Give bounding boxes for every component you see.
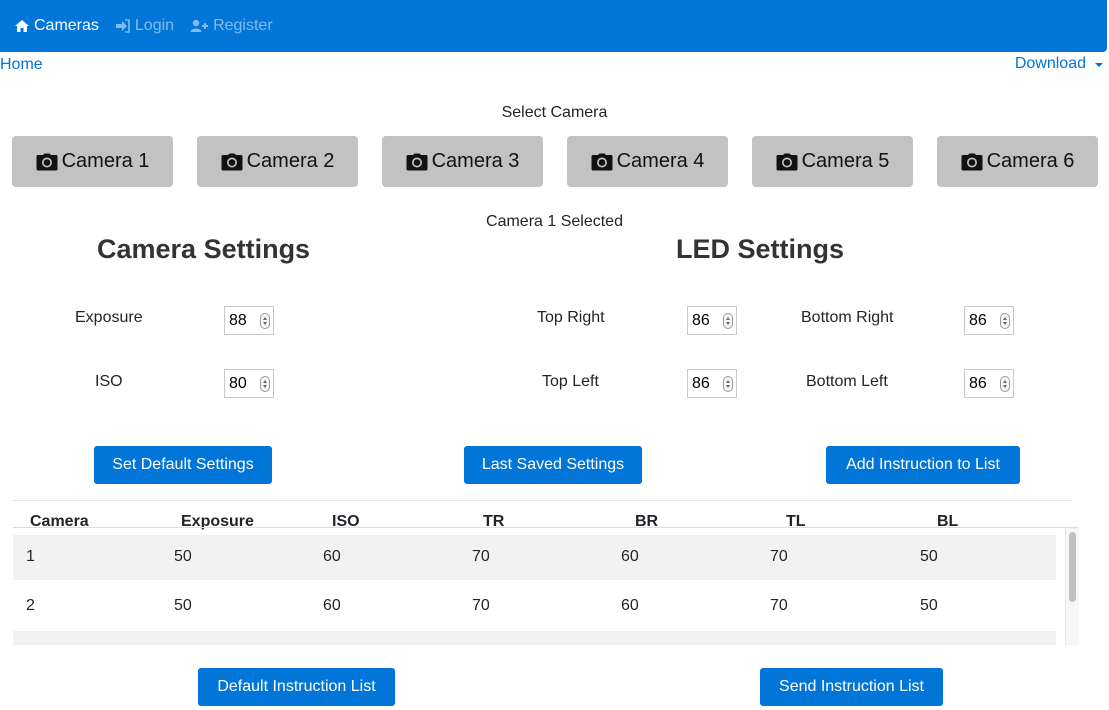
table-cell: 2 bbox=[26, 597, 35, 614]
camera-2-button[interactable]: Camera 2 bbox=[197, 136, 358, 187]
table-row[interactable] bbox=[13, 631, 1056, 645]
camera-6-button[interactable]: Camera 6 bbox=[937, 136, 1098, 187]
table-cell: 50 bbox=[920, 597, 938, 614]
home-icon bbox=[14, 19, 30, 33]
camera-settings-title: Camera Settings bbox=[97, 234, 311, 264]
nav-item-register[interactable]: Register bbox=[190, 17, 273, 35]
select-camera-heading: Select Camera bbox=[501, 104, 608, 121]
camera-button-label: Camera 2 bbox=[246, 150, 335, 172]
bottom-right-label: Bottom Right bbox=[801, 309, 894, 326]
top-navbar: Cameras Login Register bbox=[0, 0, 1107, 52]
camera-icon bbox=[591, 153, 613, 171]
camera-button-row: Camera 1 Camera 2 Camera 3 Camera 4 Came… bbox=[12, 136, 1105, 187]
table-cell: 60 bbox=[621, 597, 639, 614]
exposure-label: Exposure bbox=[75, 309, 143, 326]
spinner-icon[interactable] bbox=[260, 313, 270, 329]
table-cell: 60 bbox=[323, 597, 341, 614]
table-cell: 50 bbox=[920, 548, 938, 565]
table-cell: 50 bbox=[174, 597, 192, 614]
iso-label: ISO bbox=[95, 373, 123, 390]
table-scrollbar[interactable] bbox=[1065, 528, 1079, 645]
top-left-value: 86 bbox=[692, 374, 710, 392]
table-cell: 70 bbox=[472, 597, 490, 614]
spinner-icon[interactable] bbox=[1000, 313, 1010, 329]
camera-button-label: Camera 4 bbox=[616, 150, 705, 172]
instruction-table-body[interactable]: 1 50 60 70 60 70 50 2 50 60 70 60 70 50 bbox=[13, 527, 1079, 645]
table-cell: 1 bbox=[26, 548, 35, 565]
breadcrumb-home[interactable]: Home bbox=[0, 56, 43, 74]
set-default-settings-button[interactable]: Set Default Settings bbox=[94, 446, 272, 484]
last-saved-settings-button[interactable]: Last Saved Settings bbox=[464, 446, 642, 484]
spinner-icon[interactable] bbox=[260, 376, 270, 392]
camera-1-button[interactable]: Camera 1 bbox=[12, 136, 173, 187]
table-row[interactable]: 1 50 60 70 60 70 50 bbox=[13, 535, 1056, 580]
camera-icon bbox=[221, 153, 243, 171]
add-instruction-button[interactable]: Add Instruction to List bbox=[826, 446, 1020, 484]
top-right-label: Top Right bbox=[537, 309, 605, 326]
top-left-input[interactable]: 86 bbox=[687, 369, 737, 398]
scrollbar-thumb[interactable] bbox=[1069, 532, 1076, 602]
iso-input[interactable]: 80 bbox=[224, 369, 274, 398]
spinner-icon[interactable] bbox=[723, 313, 733, 329]
camera-icon bbox=[961, 153, 983, 171]
bottom-left-value: 86 bbox=[969, 374, 987, 392]
sign-in-icon bbox=[115, 19, 131, 33]
nav-item-login[interactable]: Login bbox=[115, 17, 174, 35]
send-instruction-list-button[interactable]: Send Instruction List bbox=[760, 668, 943, 706]
top-left-label: Top Left bbox=[542, 373, 599, 390]
table-cell: 70 bbox=[770, 548, 788, 565]
camera-icon bbox=[776, 153, 798, 171]
user-plus-icon bbox=[190, 19, 209, 33]
camera-icon bbox=[406, 153, 428, 171]
top-right-input[interactable]: 86 bbox=[687, 306, 737, 335]
led-settings-title: LED Settings bbox=[676, 234, 845, 264]
iso-value: 80 bbox=[229, 374, 247, 392]
table-cell: 60 bbox=[621, 548, 639, 565]
download-dropdown[interactable]: Download bbox=[1015, 55, 1103, 73]
default-instruction-list-button[interactable]: Default Instruction List bbox=[198, 668, 395, 706]
exposure-input[interactable]: 88 bbox=[224, 306, 274, 335]
divider bbox=[13, 500, 1072, 501]
bottom-left-label: Bottom Left bbox=[806, 373, 888, 390]
camera-4-button[interactable]: Camera 4 bbox=[567, 136, 728, 187]
camera-5-button[interactable]: Camera 5 bbox=[752, 136, 913, 187]
caret-down-icon bbox=[1095, 63, 1103, 67]
instruction-table-header: Camera Exposure ISO TR BR TL BL bbox=[13, 513, 1076, 530]
nav-item-label: Register bbox=[213, 17, 273, 34]
table-cell: 70 bbox=[472, 548, 490, 565]
camera-icon bbox=[36, 153, 58, 171]
camera-button-label: Camera 6 bbox=[986, 150, 1075, 172]
camera-3-button[interactable]: Camera 3 bbox=[382, 136, 543, 187]
table-cell: 60 bbox=[323, 548, 341, 565]
camera-selected-status: Camera 1 Selected bbox=[486, 213, 623, 230]
camera-button-label: Camera 5 bbox=[801, 150, 890, 172]
bottom-right-value: 86 bbox=[969, 311, 987, 329]
camera-button-label: Camera 3 bbox=[431, 150, 520, 172]
download-label: Download bbox=[1014, 55, 1086, 72]
exposure-value: 88 bbox=[229, 311, 247, 329]
spinner-icon[interactable] bbox=[723, 376, 733, 392]
top-right-value: 86 bbox=[692, 311, 710, 329]
table-cell: 70 bbox=[770, 597, 788, 614]
nav-item-label: Login bbox=[134, 17, 175, 34]
table-cell: 50 bbox=[174, 548, 192, 565]
nav-item-cameras[interactable]: Cameras bbox=[14, 17, 99, 35]
camera-button-label: Camera 1 bbox=[61, 150, 150, 172]
table-row[interactable]: 2 50 60 70 60 70 50 bbox=[13, 584, 1056, 629]
nav-item-label: Cameras bbox=[34, 17, 99, 34]
bottom-left-input[interactable]: 86 bbox=[964, 369, 1014, 398]
spinner-icon[interactable] bbox=[1000, 376, 1010, 392]
bottom-right-input[interactable]: 86 bbox=[964, 306, 1014, 335]
